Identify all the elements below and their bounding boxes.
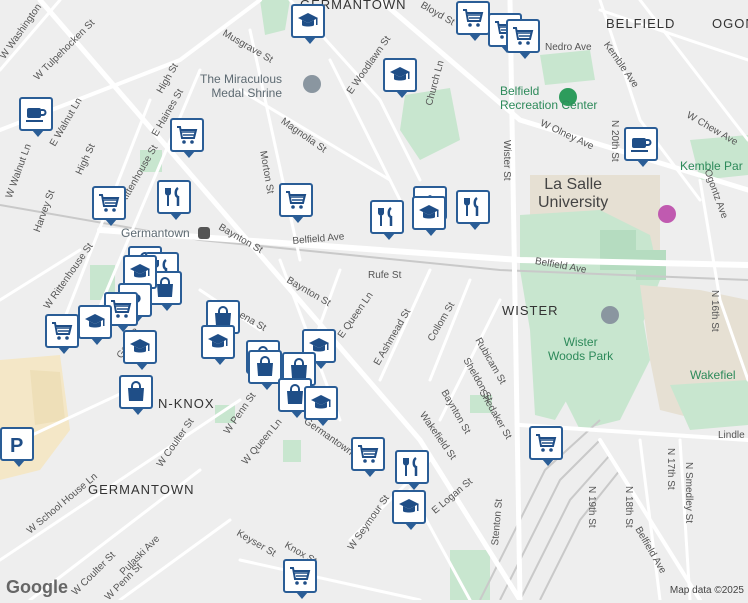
poi-la-salle[interactable]: La Salle University (538, 176, 608, 212)
map-marker-cafe[interactable] (19, 97, 53, 137)
restaurant-icon (400, 455, 424, 479)
map-marker-school[interactable] (78, 305, 112, 345)
parking-icon: P (5, 432, 29, 456)
google-logo: Google (6, 577, 68, 597)
grocery-cart-icon (175, 123, 199, 147)
school-icon (83, 310, 107, 334)
map-marker-parking[interactable]: P (0, 427, 34, 467)
area-penn-knox: N-KNOX (158, 396, 215, 411)
cafe-icon (24, 102, 48, 126)
grocery-cart-icon (461, 6, 485, 30)
area-germantown-bottom: GERMANTOWN (88, 482, 195, 497)
map-marker-school[interactable] (291, 4, 325, 44)
map-marker-grocery-cart[interactable] (45, 314, 79, 354)
grocery-cart-icon (534, 431, 558, 455)
street-label: N Smedley St (683, 462, 694, 524)
map-marker-school[interactable] (412, 196, 446, 236)
grocery-cart-icon (356, 442, 380, 466)
cafe-icon (629, 132, 653, 156)
map-marker-shopping-bag[interactable] (248, 350, 282, 390)
grocery-cart-icon (97, 191, 121, 215)
school-icon (397, 495, 421, 519)
restaurant-icon (375, 205, 399, 229)
map-marker-grocery-cart[interactable] (170, 118, 204, 158)
map-marker-grocery-cart[interactable] (529, 426, 563, 466)
map-marker-restaurant[interactable] (370, 200, 404, 240)
map-marker-shopping-bag[interactable] (119, 375, 153, 415)
map-marker-grocery-cart[interactable] (506, 19, 540, 59)
map-marker-cafe[interactable] (624, 127, 658, 167)
map-marker-grocery-cart[interactable] (456, 1, 490, 41)
poi-wakefield[interactable]: Wakefiel (690, 368, 736, 382)
poi-belfield-rec[interactable]: Belfield Recreation Center (500, 84, 597, 112)
school-icon (309, 391, 333, 415)
street-label: N 20th St (609, 120, 620, 162)
map-marker-restaurant[interactable] (456, 190, 490, 230)
street-label: Lindle (718, 430, 745, 441)
school-icon (417, 201, 441, 225)
street-label: Nedro Ave (545, 42, 592, 53)
map-credit: Map data ©2025 (669, 585, 744, 596)
area-ogontz: OGONTZ (712, 16, 748, 31)
school-icon (128, 260, 152, 284)
grocery-cart-icon (284, 188, 308, 212)
shopping-bag-icon (253, 355, 277, 379)
school-icon (128, 335, 152, 359)
map-marker-school[interactable] (201, 325, 235, 365)
street-label: N 16th St (709, 290, 720, 332)
map-marker-restaurant[interactable] (157, 180, 191, 220)
map-marker-school[interactable] (383, 58, 417, 98)
grocery-cart-icon (50, 319, 74, 343)
street-label: N 17th St (665, 448, 676, 490)
map-marker-school[interactable] (123, 330, 157, 370)
map-marker-school[interactable] (392, 490, 426, 530)
poi-germantown-station[interactable]: Germantown (121, 226, 190, 240)
street-label: Wister St (501, 140, 512, 181)
school-icon (206, 330, 230, 354)
grocery-cart-icon (288, 564, 312, 588)
school-icon (388, 63, 412, 87)
street-label: N 19th St (586, 486, 597, 528)
map-marker-school[interactable] (304, 386, 338, 426)
grocery-cart-icon (109, 297, 133, 321)
map-marker-grocery-cart[interactable] (283, 559, 317, 599)
map-marker-grocery-cart[interactable] (351, 437, 385, 477)
poi-medal-shrine[interactable]: The Miraculous Medal Shrine (200, 72, 282, 100)
map-marker-grocery-cart[interactable] (279, 183, 313, 223)
area-belfield: BELFIELD (606, 16, 676, 31)
restaurant-icon (461, 195, 485, 219)
svg-text:P: P (10, 435, 23, 456)
school-icon (296, 9, 320, 33)
area-wister: WISTER (502, 303, 559, 318)
shopping-bag-icon (124, 380, 148, 404)
poi-wister-woods[interactable]: Wister Woods Park (548, 335, 613, 363)
map-marker-grocery-cart[interactable] (92, 186, 126, 226)
restaurant-icon (162, 185, 186, 209)
street-label: Rufe St (368, 270, 402, 281)
map-marker-restaurant[interactable] (395, 450, 429, 490)
grocery-cart-icon (511, 24, 535, 48)
street-label: N 18th St (623, 486, 634, 528)
